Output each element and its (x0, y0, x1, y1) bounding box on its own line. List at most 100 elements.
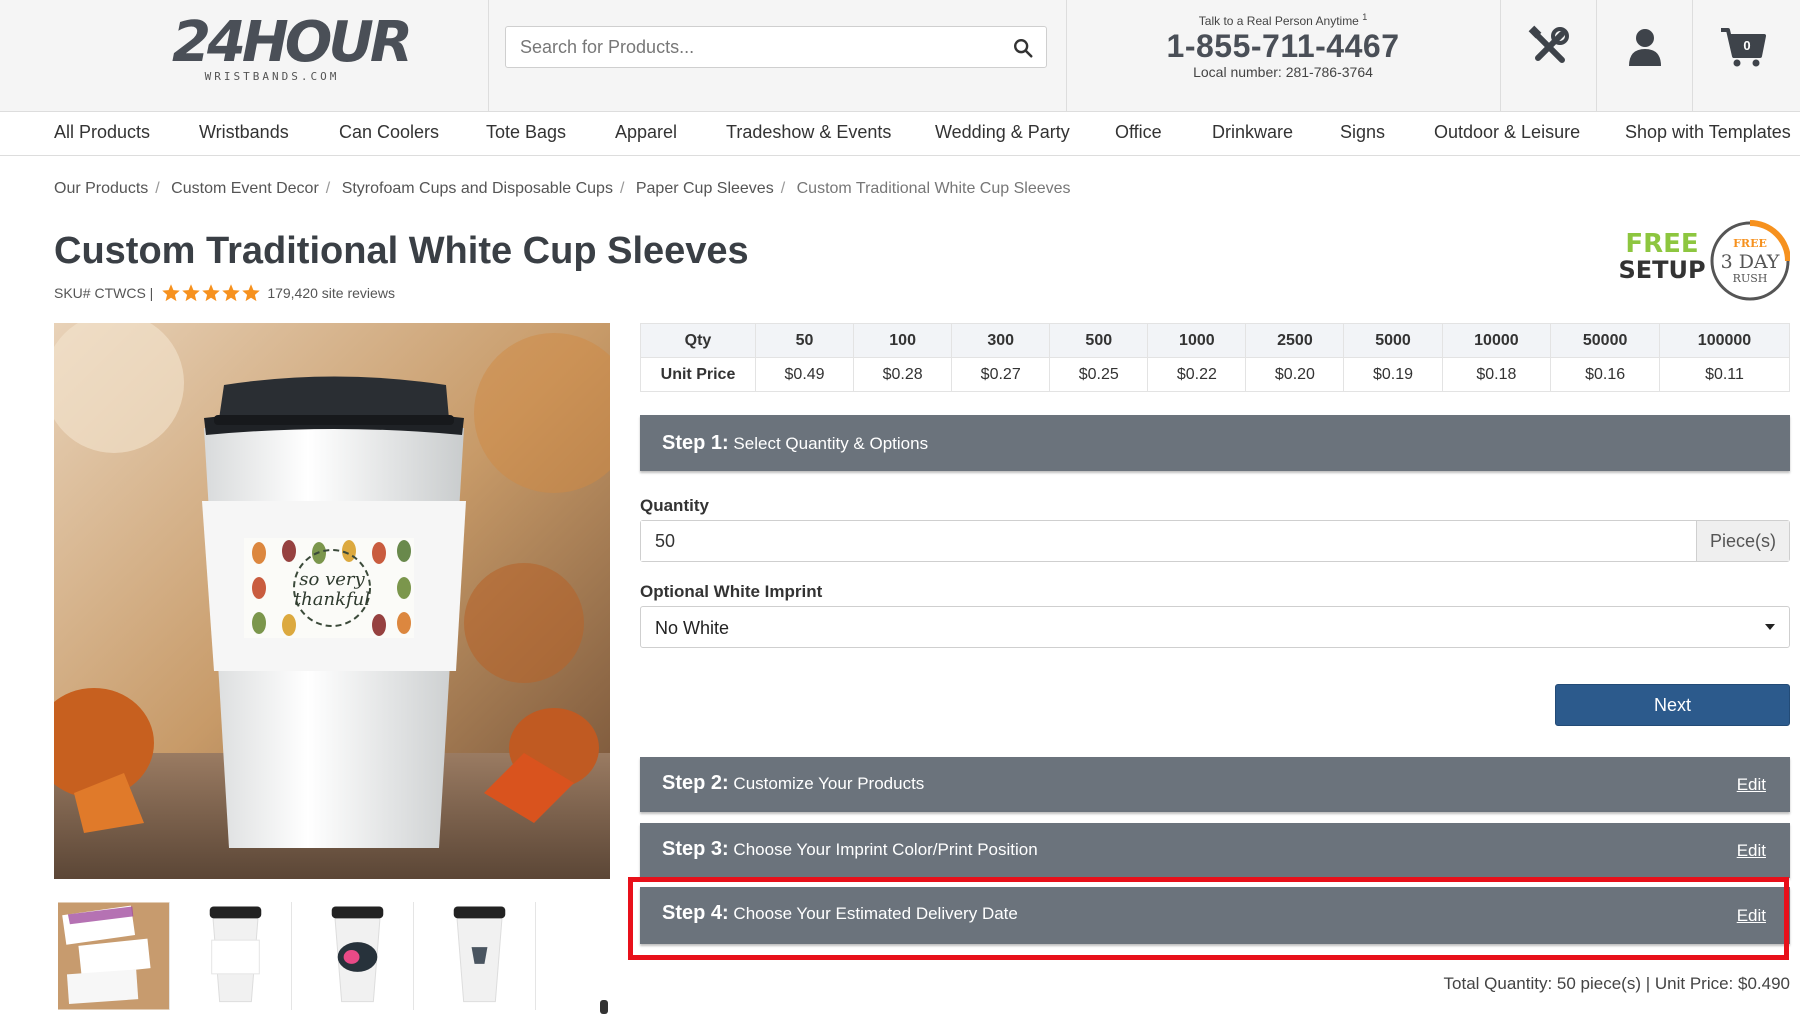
nav-item-wedding-party[interactable]: Wedding & Party (935, 122, 1070, 143)
imprint-select-value: No White (655, 618, 730, 638)
nav-item-tradeshow-events[interactable]: Tradeshow & Events (726, 122, 891, 143)
next-button[interactable]: Next (1555, 684, 1790, 726)
imprint-select[interactable]: No White (640, 606, 1790, 648)
quantity-input[interactable] (641, 521, 1696, 561)
highlight-box (628, 877, 1789, 960)
nav-item-can-coolers[interactable]: Can Coolers (339, 122, 439, 143)
qty-cell: 500 (1049, 323, 1149, 358)
price-cell: $0.18 (1441, 357, 1552, 392)
account-icon[interactable] (1620, 22, 1670, 72)
step-2-label: Step 2: Customize Your Products (662, 772, 925, 794)
sku-text: SKU# CTWCS | (54, 285, 154, 301)
svg-text:FREE: FREE (1733, 237, 1767, 250)
sleeve-text-2: thankful (294, 589, 370, 610)
nav-item-tote-bags[interactable]: Tote Bags (486, 122, 566, 143)
product-main-image[interactable]: so very thankful (54, 323, 610, 879)
qty-cell: 50000 (1550, 323, 1660, 358)
breadcrumb-current: Custom Traditional White Cup Sleeves (796, 180, 1071, 197)
contact-area: Talk to a Real Person Anytime 1 1-855-71… (1067, 12, 1499, 80)
qty-cell: 300 (951, 323, 1051, 358)
step-3-edit-link[interactable]: Edit (1737, 841, 1766, 861)
search-box (505, 26, 1047, 68)
thumbnail-image[interactable] (424, 902, 536, 1010)
order-total-summary: Total Quantity: 50 piece(s) | Unit Price… (1443, 974, 1790, 993)
unit-price-label: Unit Price (640, 357, 756, 392)
search-input[interactable] (506, 27, 986, 67)
search-icon[interactable] (1012, 37, 1034, 59)
price-cell: $0.27 (951, 357, 1051, 392)
main-nav: All Products Wristbands Can Coolers Tote… (0, 112, 1800, 156)
site-logo[interactable]: 24HOUR WRISTBANDS.COM (172, 10, 413, 84)
site-header: 24HOUR WRISTBANDS.COM Talk to a Real Per… (0, 0, 1800, 112)
breadcrumb-link[interactable]: Custom Event Decor (171, 180, 319, 197)
price-cell: $0.20 (1245, 357, 1345, 392)
chevron-down-icon (1765, 624, 1775, 630)
talk-text: Talk to a Real Person Anytime 1 (1198, 12, 1368, 28)
cart-icon[interactable]: 0 (1718, 22, 1768, 72)
phone-number[interactable]: 1-855-711-4467 (1067, 28, 1499, 64)
page-title: Custom Traditional White Cup Sleeves (54, 230, 749, 272)
qty-cell: 10000 (1441, 323, 1552, 358)
review-count[interactable]: 179,420 site reviews (267, 285, 395, 301)
quantity-field-group: Piece(s) (640, 520, 1790, 562)
breadcrumb: Our Products / Custom Event Decor / Styrof… (54, 180, 1071, 197)
star-icon (162, 284, 181, 302)
unit-price-row: Unit Price $0.49 $0.28 $0.27 $0.25 $0.22… (640, 357, 1791, 392)
price-cell: $0.11 (1658, 357, 1791, 392)
qty-row: Qty 50 100 300 500 1000 2500 5000 10000 … (640, 323, 1791, 358)
step-1-label: Step 1: Select Quantity & Options (662, 432, 929, 454)
nav-item-all-products[interactable]: All Products (54, 122, 150, 143)
breadcrumb-link[interactable]: Paper Cup Sleeves (636, 180, 774, 197)
thumbnail-image[interactable] (180, 902, 292, 1010)
qty-cell: 5000 (1343, 323, 1443, 358)
step-2-edit-link[interactable]: Edit (1737, 775, 1766, 795)
qty-cell: 50 (754, 323, 855, 358)
qty-cell: 100 (853, 323, 953, 358)
star-icon (242, 284, 261, 302)
nav-item-office[interactable]: Office (1115, 122, 1162, 143)
cart-count: 0 (1743, 38, 1750, 53)
price-cell: $0.19 (1343, 357, 1443, 392)
price-cell: $0.49 (754, 357, 855, 392)
qty-cell: 2500 (1245, 323, 1345, 358)
tools-icon[interactable] (1524, 22, 1574, 72)
qty-label: Qty (640, 323, 756, 358)
nav-item-outdoor-leisure[interactable]: Outdoor & Leisure (1434, 122, 1580, 143)
header-divider (488, 0, 489, 111)
logo-main-text: 24HOUR (172, 10, 413, 75)
step-1-header[interactable]: Step 1: Select Quantity & Options (640, 415, 1790, 471)
price-table: Qty 50 100 300 500 1000 2500 5000 10000 … (640, 323, 1791, 392)
step-3-header[interactable]: Step 3: Choose Your Imprint Color/Print … (640, 823, 1790, 878)
imprint-label: Optional White Imprint (640, 582, 823, 601)
header-divider (1692, 0, 1693, 111)
step-3-label: Step 3: Choose Your Imprint Color/Print … (662, 838, 1038, 860)
qty-cell: 1000 (1147, 323, 1247, 358)
local-number[interactable]: Local number: 281-786-3764 (1067, 64, 1499, 80)
step-2-header[interactable]: Step 2: Customize Your Products Edit (640, 757, 1790, 812)
quantity-label: Quantity (640, 496, 709, 515)
sleeve-text-1: so very (299, 569, 365, 590)
star-icon (202, 284, 221, 302)
breadcrumb-link[interactable]: Styrofoam Cups and Disposable Cups (342, 180, 613, 197)
thumbnail-image[interactable] (302, 902, 414, 1010)
thumbnail-scroll-handle[interactable] (600, 1000, 608, 1014)
price-cell: $0.22 (1147, 357, 1247, 392)
star-icon (222, 284, 241, 302)
breadcrumb-link[interactable]: Our Products (54, 180, 148, 197)
free-setup-rush-badge: FREE SETUP FREE 3 DAY RUSH (1620, 220, 1790, 301)
thumbnail-strip (54, 902, 614, 1012)
nav-item-signs[interactable]: Signs (1340, 122, 1385, 143)
thumbnail-image[interactable] (58, 902, 170, 1010)
sku-rating-line: SKU# CTWCS | 179,420 site reviews (54, 283, 395, 303)
price-cell: $0.25 (1049, 357, 1149, 392)
nav-item-apparel[interactable]: Apparel (615, 122, 677, 143)
nav-item-shop-with-templates[interactable]: Shop with Templates (1625, 122, 1791, 143)
star-rating[interactable] (161, 283, 261, 303)
qty-cell: 100000 (1658, 323, 1791, 358)
quantity-unit-addon: Piece(s) (1696, 521, 1789, 561)
nav-item-wristbands[interactable]: Wristbands (199, 122, 289, 143)
svg-text:3 DAY: 3 DAY (1721, 251, 1780, 273)
price-cell: $0.28 (853, 357, 953, 392)
header-divider (1500, 0, 1501, 111)
nav-item-drinkware[interactable]: Drinkware (1212, 122, 1293, 143)
